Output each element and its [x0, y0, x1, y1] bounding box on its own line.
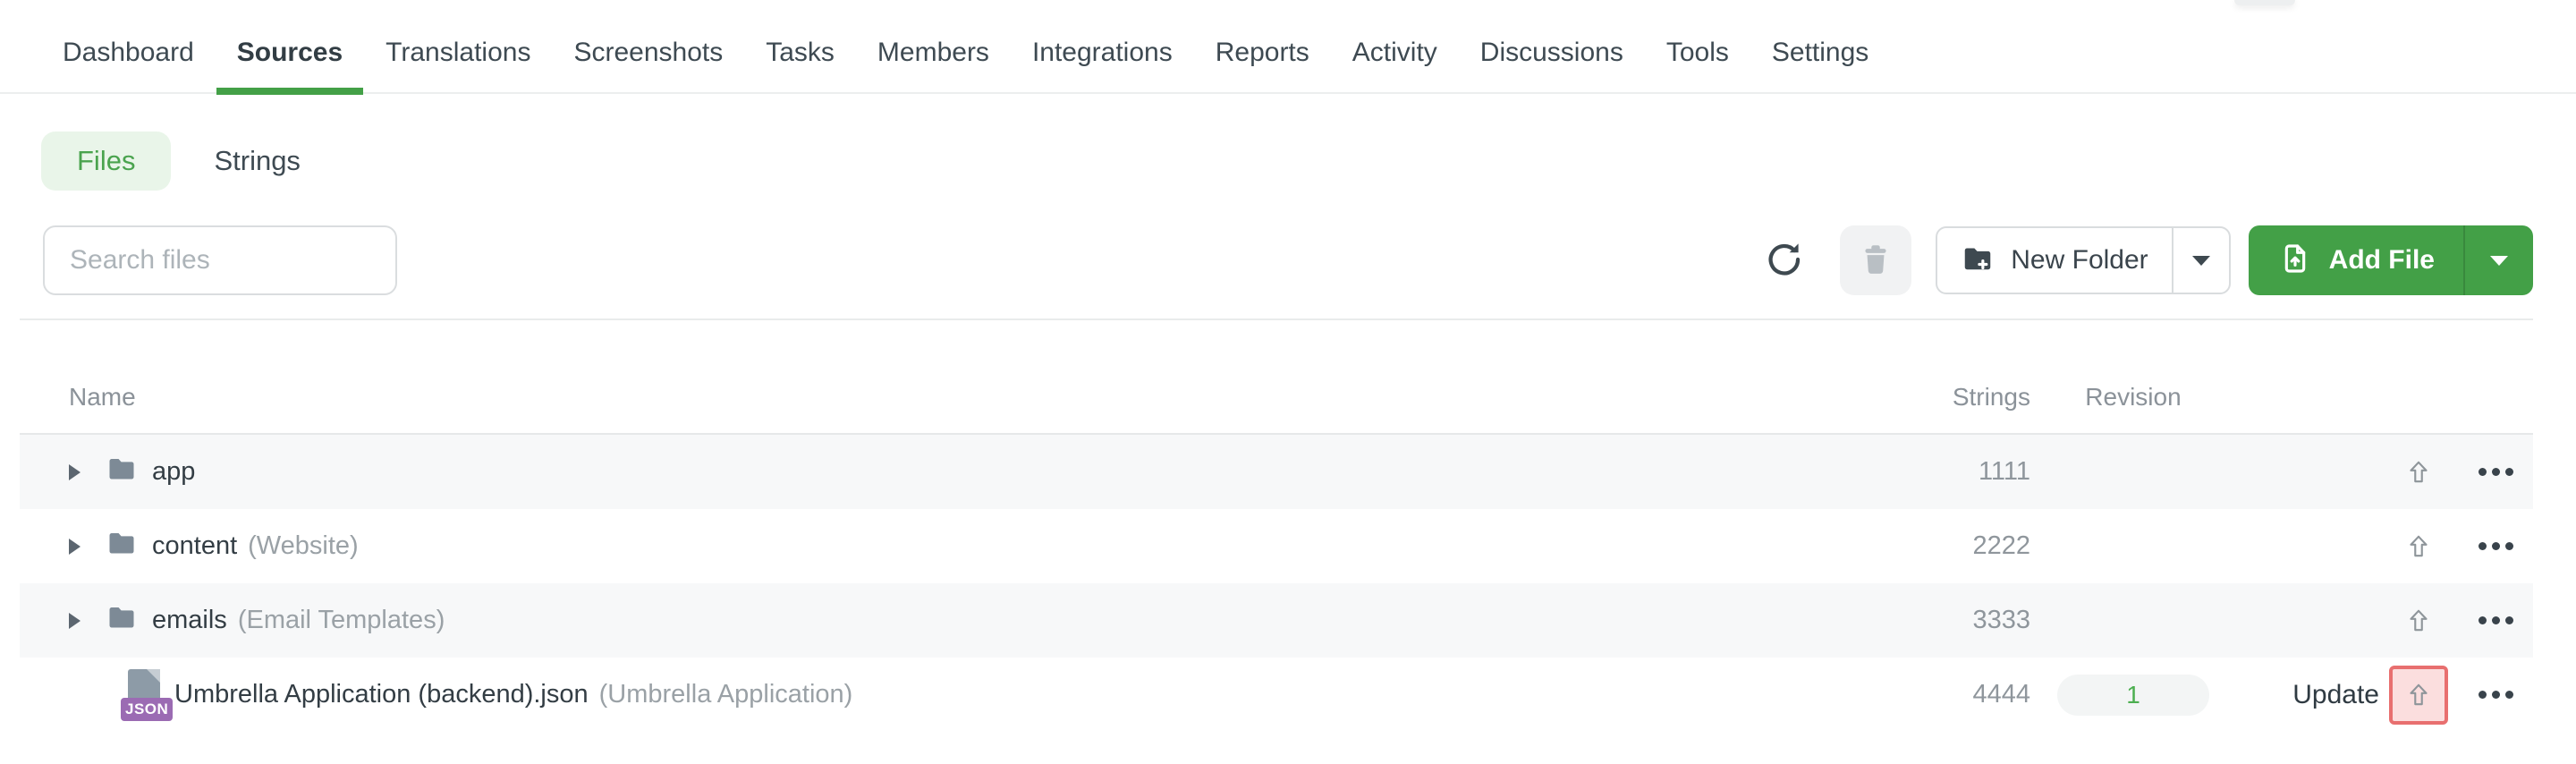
add-file-caret[interactable]	[2465, 225, 2533, 295]
strings-count: 3333	[1972, 606, 2030, 634]
nav-integrations[interactable]: Integrations	[1032, 12, 1173, 93]
upload-translations-button[interactable]	[2389, 443, 2448, 502]
files-toolbar: New Folder Add File	[0, 225, 2576, 296]
nav-tools[interactable]: Tools	[1666, 12, 1729, 93]
table-header: Name Strings Revision	[20, 320, 2533, 435]
view-tabs: Files Strings	[41, 132, 2576, 191]
strings-count: 1111	[1978, 457, 2030, 486]
menu-cell	[2458, 542, 2533, 550]
new-folder-button: New Folder	[1936, 226, 2231, 294]
strings-count: 4444	[1972, 680, 2030, 709]
upload-cell	[2379, 665, 2458, 725]
folder-name[interactable]: emails	[152, 606, 227, 635]
folder-icon	[106, 601, 138, 641]
upload-translations-button[interactable]	[2389, 517, 2448, 576]
chevron-down-icon	[2490, 255, 2508, 266]
folder-icon	[106, 453, 138, 492]
nav-sources[interactable]: Sources	[216, 12, 364, 95]
row-menu-icon[interactable]	[2478, 691, 2513, 699]
expand-caret-icon[interactable]	[69, 463, 80, 480]
upload-translations-button-highlighted[interactable]	[2389, 665, 2448, 725]
new-folder-main[interactable]: New Folder	[1937, 228, 2171, 293]
update-cell: Update	[2236, 680, 2379, 710]
add-file-label: Add File	[2328, 245, 2435, 275]
folder-icon	[106, 527, 138, 566]
cutoff-top-element	[2234, 0, 2295, 5]
nav-members[interactable]: Members	[877, 12, 989, 93]
table-row: emails (Email Templates) 3333	[20, 583, 2533, 658]
table-row: content (Website) 2222	[20, 509, 2533, 583]
nav-settings[interactable]: Settings	[1772, 12, 1868, 93]
column-revision: Revision	[2085, 383, 2182, 411]
folder-title: (Website)	[248, 531, 359, 560]
refresh-icon	[1763, 240, 1802, 282]
update-link[interactable]: Update	[2292, 680, 2379, 709]
folder-title: (Email Templates)	[237, 606, 445, 634]
upload-cell	[2379, 517, 2458, 576]
name-cell: content (Website)	[20, 527, 1887, 566]
row-menu-icon[interactable]	[2478, 542, 2513, 550]
tab-files[interactable]: Files	[41, 132, 172, 191]
revision-cell: 1	[2030, 674, 2236, 716]
nav-activity[interactable]: Activity	[1352, 12, 1437, 93]
json-badge: JSON	[121, 697, 174, 721]
menu-cell	[2458, 691, 2533, 699]
json-file-icon: JSON	[121, 668, 174, 721]
search-input[interactable]	[43, 225, 397, 295]
name-cell: app	[20, 453, 1887, 492]
add-file-main[interactable]: Add File	[2249, 225, 2463, 295]
column-name: Name	[69, 383, 136, 411]
strings-count: 2222	[1972, 531, 2030, 560]
name-cell: JSON Umbrella Application (backend).json…	[20, 668, 1887, 721]
trash-icon	[1857, 241, 1894, 281]
file-add-icon	[2277, 241, 2313, 281]
menu-cell	[2458, 468, 2533, 476]
upload-translations-button[interactable]	[2389, 591, 2448, 650]
sources-files-page: Dashboard Sources Translations Screensho…	[0, 0, 2576, 764]
row-menu-icon[interactable]	[2478, 616, 2513, 624]
table-row: app 1111	[20, 435, 2533, 509]
nav-translations[interactable]: Translations	[386, 12, 530, 93]
expand-caret-icon[interactable]	[69, 538, 80, 555]
add-file-button: Add File	[2248, 225, 2533, 295]
file-title: (Umbrella Application)	[598, 680, 853, 709]
menu-cell	[2458, 616, 2533, 624]
revision-badge: 1	[2057, 674, 2209, 716]
column-strings: Strings	[1952, 383, 2030, 411]
expand-caret-icon[interactable]	[69, 612, 80, 629]
nav-screenshots[interactable]: Screenshots	[573, 12, 723, 93]
folder-name[interactable]: content	[152, 531, 237, 561]
tab-strings[interactable]: Strings	[214, 145, 300, 177]
nav-discussions[interactable]: Discussions	[1480, 12, 1623, 93]
chevron-down-icon	[2191, 255, 2210, 266]
nav-dashboard[interactable]: Dashboard	[63, 12, 194, 93]
upload-cell	[2379, 443, 2458, 502]
folder-name[interactable]: app	[152, 457, 195, 487]
files-table: Name Strings Revision app 1111 content (…	[20, 320, 2533, 732]
table-row: JSON Umbrella Application (backend).json…	[20, 658, 2533, 732]
folder-plus-icon	[1961, 242, 1995, 280]
row-menu-icon[interactable]	[2478, 468, 2513, 476]
name-cell: emails (Email Templates)	[20, 601, 1887, 641]
nav-tasks[interactable]: Tasks	[766, 12, 835, 93]
new-folder-caret[interactable]	[2174, 228, 2229, 293]
delete-button[interactable]	[1840, 225, 1912, 295]
project-nav: Dashboard Sources Translations Screensho…	[0, 0, 2576, 95]
new-folder-label: New Folder	[2011, 245, 2148, 275]
file-name[interactable]: Umbrella Application (backend).json	[174, 680, 589, 709]
nav-reports[interactable]: Reports	[1216, 12, 1309, 93]
refresh-button[interactable]	[1761, 239, 1804, 282]
upload-cell	[2379, 591, 2458, 650]
